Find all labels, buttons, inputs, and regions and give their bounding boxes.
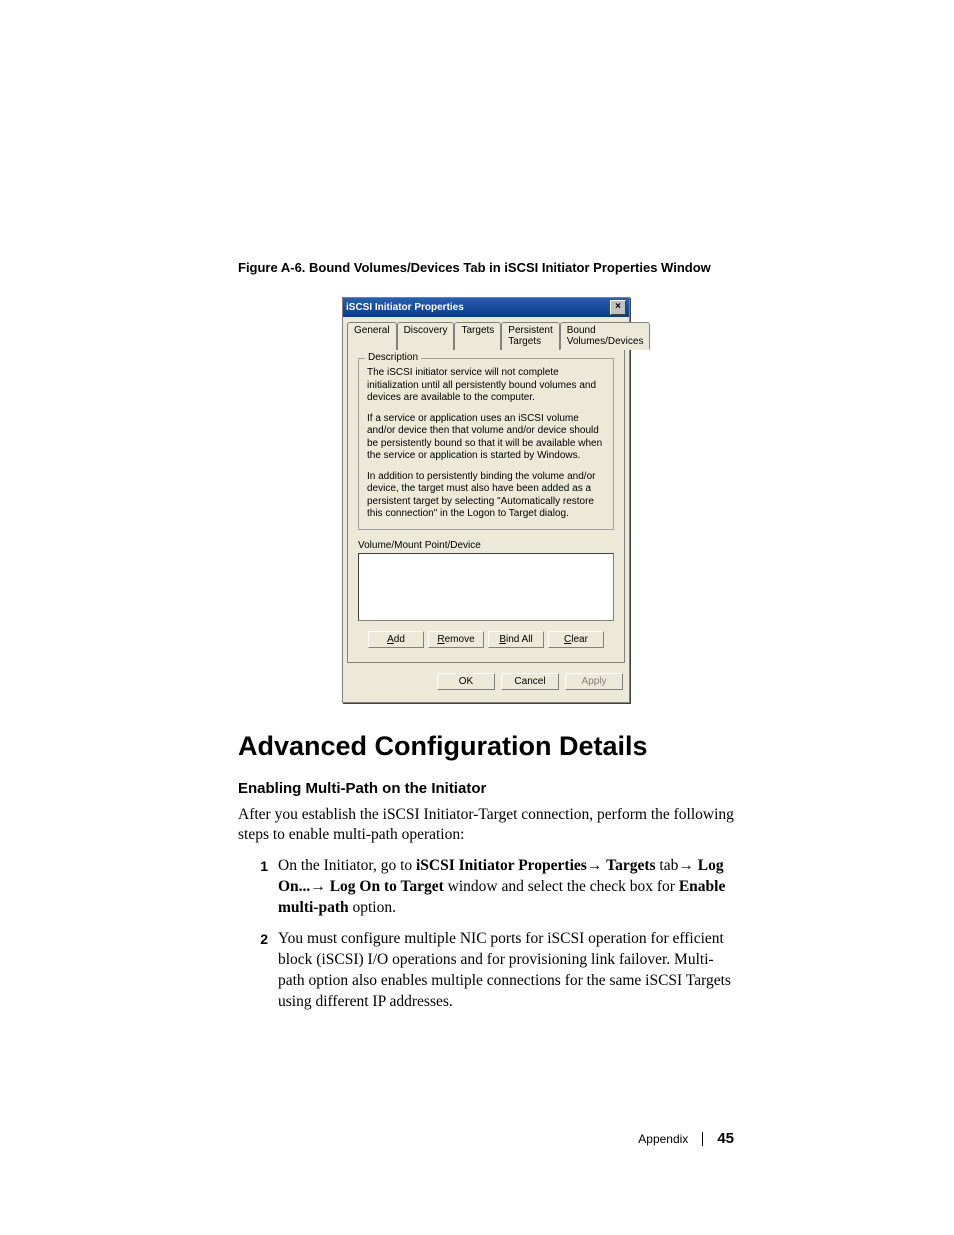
step1-text-1: On the Initiator, go to: [278, 857, 416, 874]
tab-body: Description The iSCSI initiator service …: [347, 349, 625, 663]
description-groupbox: Description The iSCSI initiator service …: [358, 358, 614, 530]
cancel-button[interactable]: Cancel: [501, 673, 559, 690]
intro-paragraph: After you establish the iSCSI Initiator-…: [238, 805, 734, 847]
steps-list: On the Initiator, go to iSCSI Initiator …: [238, 856, 734, 1012]
step1-bold-targets: Targets: [606, 857, 655, 874]
step1-text-3: window and select the check box for: [444, 878, 679, 895]
bind-all-button[interactable]: Bind All: [488, 631, 544, 648]
section-heading: Advanced Configuration Details: [238, 731, 734, 762]
step-2: You must configure multiple NIC ports fo…: [238, 929, 734, 1013]
dialog-title: iSCSI Initiator Properties: [346, 302, 464, 313]
figure-caption: Figure A-6. Bound Volumes/Devices Tab in…: [238, 260, 734, 275]
close-icon[interactable]: ×: [610, 300, 626, 315]
step1-text-2: tab: [656, 857, 679, 874]
volume-list-label: Volume/Mount Point/Device: [358, 540, 614, 551]
step-1: On the Initiator, go to iSCSI Initiator …: [238, 856, 734, 919]
tab-targets[interactable]: Targets: [454, 322, 501, 350]
dialog-bottom-buttons: OK Cancel Apply: [343, 667, 629, 698]
tab-discovery[interactable]: Discovery: [397, 322, 455, 350]
description-legend: Description: [365, 352, 421, 363]
screenshot-container: iSCSI Initiator Properties × General Dis…: [238, 297, 734, 703]
step1-text-4: option.: [349, 899, 396, 916]
description-paragraph-1: The iSCSI initiator service will not com…: [367, 367, 605, 405]
ok-button[interactable]: OK: [437, 673, 495, 690]
tab-bound-volumes-devices[interactable]: Bound Volumes/Devices: [560, 322, 651, 350]
step1-arrow-3: →: [310, 878, 329, 895]
step1-bold-iscsi-properties: iSCSI Initiator Properties: [416, 857, 587, 874]
apply-button: Apply: [565, 673, 623, 690]
footer-divider: [702, 1132, 703, 1146]
tab-general[interactable]: General: [347, 322, 397, 350]
step1-bold-log-on-to-target: Log On to Target: [330, 878, 444, 895]
iscsi-properties-dialog: iSCSI Initiator Properties × General Dis…: [342, 297, 630, 703]
footer-section-label: Appendix: [638, 1132, 688, 1146]
description-paragraph-2: If a service or application uses an iSCS…: [367, 413, 605, 463]
dialog-titlebar: iSCSI Initiator Properties ×: [343, 298, 629, 317]
description-paragraph-3: In addition to persistently binding the …: [367, 471, 605, 521]
volume-buttons-row: Add Remove Bind All Clear: [358, 631, 614, 648]
tab-persistent-targets[interactable]: Persistent Targets: [501, 322, 559, 350]
step1-arrow-2: →: [678, 857, 697, 874]
subsection-heading: Enabling Multi-Path on the Initiator: [238, 780, 734, 797]
remove-button[interactable]: Remove: [428, 631, 484, 648]
footer-page-number: 45: [717, 1130, 734, 1147]
clear-button[interactable]: Clear: [548, 631, 604, 648]
dialog-tabs: General Discovery Targets Persistent Tar…: [343, 317, 629, 349]
add-button[interactable]: Add: [368, 631, 424, 648]
step2-text: You must configure multiple NIC ports fo…: [278, 929, 734, 1013]
step1-arrow-1: →: [587, 857, 606, 874]
page-footer: Appendix 45: [638, 1130, 734, 1147]
volume-listbox[interactable]: [358, 553, 614, 621]
